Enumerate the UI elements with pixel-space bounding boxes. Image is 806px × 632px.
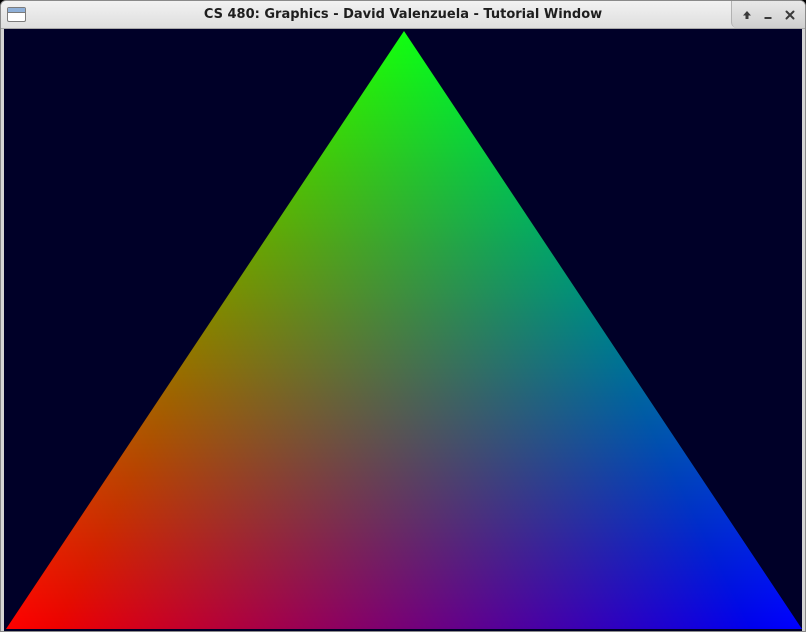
tutorial-window: CS 480: Graphics - David Valenzuela - Tu… <box>0 0 806 632</box>
minimize-button[interactable] <box>759 6 777 24</box>
rendered-scene <box>4 29 802 631</box>
title-bar[interactable]: CS 480: Graphics - David Valenzuela - Tu… <box>1 1 805 29</box>
maximize-arrow-icon <box>742 10 751 19</box>
close-icon <box>785 10 795 19</box>
close-button[interactable] <box>781 6 799 24</box>
window-controls <box>731 1 805 28</box>
window-title: CS 480: Graphics - David Valenzuela - Tu… <box>203 7 603 22</box>
opengl-canvas[interactable] <box>4 29 802 631</box>
maximize-button[interactable] <box>738 6 756 24</box>
minimize-icon <box>764 16 772 19</box>
